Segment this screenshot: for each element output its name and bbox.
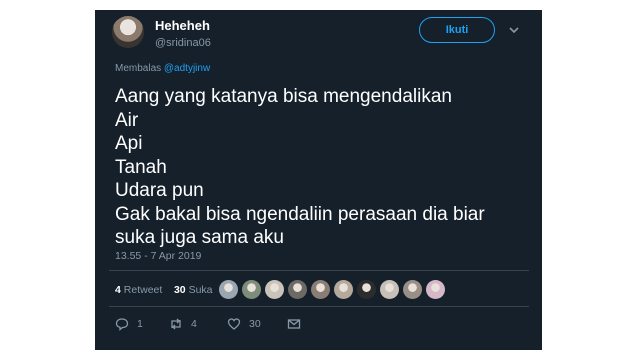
- retweet-icon: [171, 318, 181, 330]
- reply-count: 1: [137, 318, 143, 330]
- like-count[interactable]: 30: [174, 284, 186, 296]
- reply-prefix: Membalas: [115, 63, 164, 74]
- liker-avatar[interactable]: [380, 280, 399, 299]
- author-avatar[interactable]: [112, 16, 144, 48]
- divider: [109, 306, 529, 307]
- tweet-line: Api: [115, 133, 143, 154]
- liker-avatar[interactable]: [288, 280, 307, 299]
- author-handle[interactable]: @sridina06: [155, 37, 211, 49]
- tweet-line: Aang yang katanya bisa mengendalikan: [115, 86, 452, 107]
- retweet-action-count: 4: [191, 318, 197, 330]
- heart-icon: [227, 318, 241, 330]
- tweet-header: Heheheh @sridina06 Ikuti: [95, 10, 542, 62]
- tweet-text: Aang yang katanya bisa mengendalikan Air…: [115, 85, 525, 250]
- liker-avatars: [219, 280, 445, 299]
- liker-avatar[interactable]: [334, 280, 353, 299]
- liker-avatar[interactable]: [403, 280, 422, 299]
- liker-avatar[interactable]: [242, 280, 261, 299]
- tweet-timestamp[interactable]: 13.55 - 7 Apr 2019: [115, 250, 201, 262]
- tweet-actions: 1 4 30: [115, 317, 315, 337]
- retweet-count[interactable]: 4: [115, 284, 121, 296]
- retweet-label[interactable]: Retweet: [124, 284, 163, 296]
- tweet-line: Air: [115, 109, 139, 131]
- liker-avatar[interactable]: [311, 280, 330, 299]
- like-action[interactable]: 30: [227, 317, 261, 331]
- like-action-count: 30: [249, 318, 261, 330]
- tweet-line: Udara pun: [115, 180, 204, 201]
- liker-avatar[interactable]: [426, 280, 445, 299]
- reply-mention[interactable]: @adtyjinw: [164, 63, 210, 74]
- chevron-down-icon[interactable]: [508, 24, 520, 36]
- tweet-card: Heheheh @sridina06 Ikuti Membalas @adtyj…: [95, 10, 542, 350]
- reply-context: Membalas @adtyjinw: [115, 63, 210, 74]
- tweet-line: suka juga sama aku: [115, 227, 284, 248]
- tweet-line: Gak bakal bisa ngendaliin perasaan dia b…: [115, 203, 485, 225]
- follow-button[interactable]: Ikuti: [419, 17, 495, 43]
- reply-action[interactable]: 1: [115, 317, 143, 331]
- liker-avatar[interactable]: [357, 280, 376, 299]
- like-label[interactable]: Suka: [189, 284, 213, 296]
- engagement-stats: 4 Retweet 30 Suka: [115, 284, 213, 296]
- retweet-action[interactable]: 4: [169, 317, 197, 331]
- divider: [109, 270, 529, 271]
- envelope-icon: [287, 319, 301, 329]
- direct-message-action[interactable]: [287, 317, 301, 331]
- reply-icon: [115, 318, 129, 331]
- liker-avatar[interactable]: [219, 280, 238, 299]
- author-display-name[interactable]: Heheheh: [155, 18, 210, 33]
- tweet-line: Tanah: [115, 156, 167, 178]
- liker-avatar[interactable]: [265, 280, 284, 299]
